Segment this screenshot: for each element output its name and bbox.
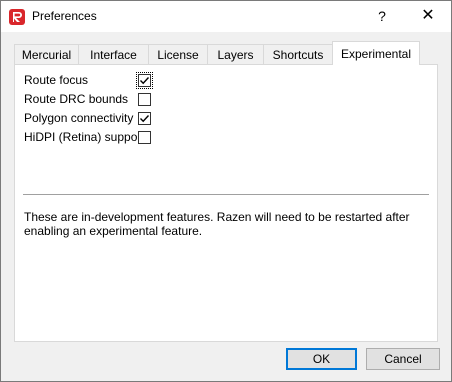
hidpi-support-checkbox[interactable] [138,131,151,144]
title-bar: Preferences ? ✕ [1,1,451,32]
help-button[interactable]: ? [371,5,393,27]
tab-mercurial[interactable]: Mercurial [14,44,79,64]
route-drc-bounds-label: Route DRC bounds [24,92,129,106]
route-focus-label: Route focus [24,73,89,87]
preferences-dialog: Preferences ? ✕ Mercurial Interface Lice… [0,0,452,382]
route-drc-bounds-checkbox[interactable] [138,93,151,106]
checkmark-icon [140,115,150,123]
tab-experimental[interactable]: Experimental [332,41,420,65]
tab-shortcuts[interactable]: Shortcuts [263,44,333,64]
ok-button[interactable]: OK [286,348,357,370]
experimental-note: These are in-development features. Razen… [24,210,410,238]
tab-license[interactable]: License [148,44,208,64]
checkmark-icon [140,77,150,85]
window-title: Preferences [32,9,97,23]
polygon-connectivity-label: Polygon connectivity [24,111,134,125]
route-focus-checkbox[interactable] [136,72,153,89]
tab-layers[interactable]: Layers [207,44,264,64]
tab-interface[interactable]: Interface [78,44,149,64]
hidpi-support-label: HiDPI (Retina) support [24,130,145,144]
divider [23,194,429,195]
razen-logo-icon [9,9,25,25]
experimental-panel: Route focus Route DRC bounds Polygon con… [14,64,438,342]
cancel-button[interactable]: Cancel [366,348,440,370]
close-button[interactable]: ✕ [417,5,439,27]
polygon-connectivity-checkbox[interactable] [138,112,151,125]
